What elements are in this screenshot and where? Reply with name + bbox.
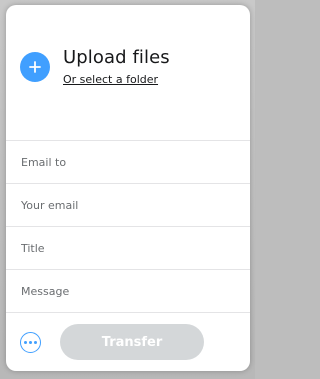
transfer-button[interactable]: Transfer — [60, 324, 204, 360]
more-options-icon-dot — [34, 341, 37, 344]
transfer-form — [6, 140, 250, 312]
more-options-icon — [24, 341, 27, 344]
panel-footer: Transfer — [6, 312, 250, 371]
upload-area[interactable]: Upload files Or select a folder — [6, 5, 250, 140]
upload-files-title[interactable]: Upload files — [63, 47, 170, 68]
more-options-button[interactable] — [20, 332, 41, 353]
title-field[interactable] — [6, 227, 250, 269]
select-folder-link[interactable]: Or select a folder — [63, 73, 158, 86]
transfer-panel: Upload files Or select a folder Transfer — [6, 5, 250, 371]
plus-icon — [29, 61, 41, 73]
add-files-button[interactable] — [20, 52, 50, 82]
your-email-row — [6, 183, 250, 226]
email-to-row — [6, 140, 250, 183]
email-to-field[interactable] — [6, 141, 250, 183]
your-email-field[interactable] — [6, 184, 250, 226]
more-options-icon-dot — [29, 341, 32, 344]
title-row — [6, 226, 250, 269]
message-field[interactable] — [6, 270, 250, 312]
message-row — [6, 269, 250, 312]
